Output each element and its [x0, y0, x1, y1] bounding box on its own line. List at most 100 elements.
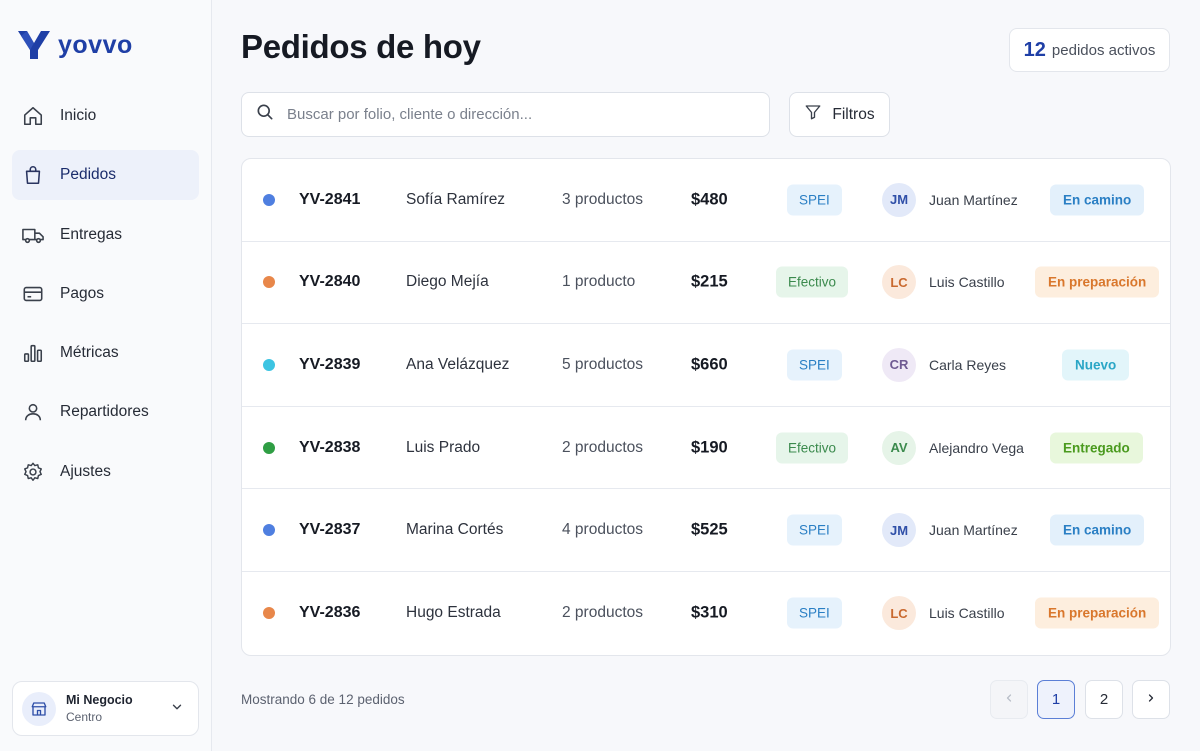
- order-row[interactable]: YV-2836 Hugo Estrada 2 productos $310 SP…: [242, 572, 1170, 655]
- chevron-right-icon: [1145, 691, 1157, 708]
- sidebar-item-label: Métricas: [60, 344, 119, 362]
- order-row[interactable]: YV-2839 Ana Velázquez 5 productos $660 S…: [242, 324, 1170, 407]
- order-amount: $660: [691, 355, 728, 374]
- user-icon: [21, 400, 45, 424]
- active-orders-badge: 12 pedidos activos: [1009, 28, 1170, 72]
- courier-name: Alejandro Vega: [929, 439, 1024, 456]
- order-folio: YV-2838: [299, 438, 361, 456]
- gear-icon: [21, 460, 45, 484]
- sidebar-item-ajustes[interactable]: Ajustes: [12, 447, 199, 497]
- sidebar: yovvo Inicio Pedidos Entregas Pagos Métr…: [0, 0, 212, 751]
- home-icon: [21, 104, 45, 128]
- status-badge: En camino: [1050, 184, 1145, 216]
- courier-name: Luis Castillo: [929, 605, 1005, 622]
- courier-avatar: JM: [882, 182, 916, 217]
- brand-name: yovvo: [58, 30, 133, 59]
- status-dot: [263, 524, 275, 537]
- status-badge: Nuevo: [1062, 349, 1130, 381]
- order-folio: YV-2837: [299, 521, 361, 539]
- order-client: Hugo Estrada: [406, 604, 501, 622]
- chevron-left-icon: [1003, 691, 1015, 708]
- shopping-bag-icon: [21, 163, 45, 187]
- courier-name: Juan Martínez: [929, 191, 1018, 208]
- order-client: Diego Mejía: [406, 273, 489, 291]
- order-row[interactable]: YV-2838 Luis Prado 2 productos $190 Efec…: [242, 407, 1170, 490]
- order-folio: YV-2836: [299, 604, 361, 622]
- status-badge: En preparación: [1035, 266, 1160, 298]
- sidebar-item-repartidores[interactable]: Repartidores: [12, 387, 199, 437]
- search-icon: [255, 102, 275, 127]
- courier-name: Luis Castillo: [929, 274, 1005, 291]
- order-folio: YV-2839: [299, 355, 361, 373]
- sidebar-item-label: Pagos: [60, 284, 104, 302]
- order-products: 4 productos: [562, 521, 643, 539]
- order-row[interactable]: YV-2837 Marina Cortés 4 productos $525 S…: [242, 489, 1170, 572]
- order-products: 5 productos: [562, 355, 643, 373]
- pagination-summary: Mostrando 6 de 12 pedidos: [241, 692, 405, 707]
- payment-badge: SPEI: [787, 597, 842, 629]
- order-amount: $480: [691, 190, 728, 209]
- status-dot: [263, 358, 275, 371]
- brand-logo[interactable]: yovvo: [17, 30, 133, 60]
- order-products: 2 productos: [562, 604, 643, 622]
- sidebar-item-entregas[interactable]: Entregas: [12, 210, 199, 260]
- filters-label: Filtros: [832, 105, 875, 123]
- truck-icon: [21, 223, 45, 247]
- business-switcher[interactable]: Mi Negocio Centro: [12, 681, 199, 736]
- payment-badge: Efectivo: [776, 266, 849, 298]
- order-client: Ana Velázquez: [406, 355, 510, 373]
- courier-avatar: JM: [882, 513, 916, 548]
- payment-badge: SPEI: [787, 514, 842, 546]
- sidebar-item-label: Repartidores: [60, 403, 149, 421]
- sidebar-item-metricas[interactable]: Métricas: [12, 328, 199, 378]
- status-badge: En camino: [1050, 514, 1145, 546]
- order-client: Luis Prado: [406, 438, 481, 456]
- courier-name: Juan Martínez: [929, 522, 1018, 539]
- business-branch: Centro: [66, 710, 103, 724]
- order-amount: $525: [691, 520, 728, 539]
- courier-avatar: CR: [882, 347, 916, 382]
- sidebar-item-label: Inicio: [60, 107, 97, 124]
- order-client: Sofía Ramírez: [406, 190, 506, 208]
- order-folio: YV-2840: [299, 273, 361, 291]
- business-info: Mi Negocio Centro: [66, 693, 133, 724]
- search-input[interactable]: [287, 106, 727, 123]
- previous-page-button[interactable]: [990, 680, 1028, 719]
- credit-card-icon: [21, 282, 45, 306]
- order-row[interactable]: YV-2840 Diego Mejía 1 producto $215 Efec…: [242, 242, 1170, 325]
- sidebar-item-label: Entregas: [60, 225, 123, 243]
- filter-icon: [804, 103, 822, 126]
- courier-avatar: LC: [882, 265, 916, 300]
- order-folio: YV-2841: [299, 190, 361, 208]
- order-products: 2 productos: [562, 438, 643, 456]
- order-amount: $215: [691, 272, 728, 291]
- sidebar-item-label: Pedidos: [60, 166, 117, 184]
- next-page-button[interactable]: [1132, 680, 1170, 719]
- logo-icon: [18, 31, 50, 59]
- page-1-button[interactable]: 1: [1037, 680, 1075, 719]
- payment-badge: SPEI: [787, 184, 842, 216]
- status-dot: [263, 441, 275, 454]
- sidebar-item-pedidos[interactable]: Pedidos: [12, 150, 199, 201]
- courier-avatar: LC: [882, 596, 916, 631]
- bar-chart-icon: [21, 341, 45, 365]
- filters-button[interactable]: Filtros: [789, 92, 890, 137]
- order-row[interactable]: YV-2841 Sofía Ramírez 3 productos $480 S…: [242, 159, 1170, 242]
- chevron-down-icon: [170, 700, 184, 719]
- page-2-button[interactable]: 2: [1085, 680, 1123, 719]
- sidebar-item-inicio[interactable]: Inicio: [12, 91, 199, 141]
- status-dot: [263, 193, 275, 206]
- orders-list: YV-2841 Sofía Ramírez 3 productos $480 S…: [241, 158, 1171, 656]
- order-amount: $190: [691, 438, 728, 457]
- sidebar-item-pagos[interactable]: Pagos: [12, 269, 199, 319]
- sidebar-item-label: Ajustes: [60, 462, 111, 480]
- status-dot: [263, 276, 275, 289]
- active-orders-label: pedidos activos: [1051, 41, 1156, 59]
- courier-name: Carla Reyes: [929, 356, 1007, 373]
- courier-avatar: AV: [882, 430, 916, 465]
- order-amount: $310: [691, 603, 728, 622]
- status-dot: [263, 607, 275, 620]
- order-client: Marina Cortés: [406, 521, 504, 539]
- order-products: 3 productos: [562, 190, 643, 208]
- payment-badge: SPEI: [787, 349, 842, 381]
